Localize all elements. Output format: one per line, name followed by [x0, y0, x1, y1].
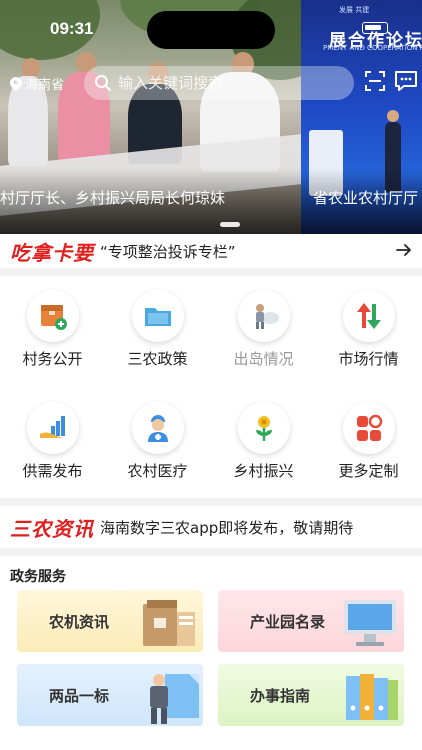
feature-grid: 村务公开 三农政策 出岛情况 市场行情 供需发布 农村医疗 乡村振兴 更多定制: [0, 276, 422, 498]
service-card-industrial-park[interactable]: 产业园名录: [218, 590, 404, 652]
monitor-icon: [344, 600, 396, 646]
notice-text: “专项整治投诉专栏”: [100, 242, 236, 261]
banner-slide-2[interactable]: 发展 共建 展合作论坛 PMENT AND COOPERATION FORUM …: [301, 0, 422, 234]
status-time: 09:31: [50, 19, 94, 38]
location-pin-icon: [10, 76, 22, 91]
grid-label: 乡村振兴: [233, 462, 294, 480]
news-ticker[interactable]: 三农资讯 海南数字三农app即将发布，敬请期待: [0, 506, 422, 548]
doctor-icon: [148, 415, 168, 442]
grid-label: 市场行情: [338, 350, 399, 368]
message-icon[interactable]: [394, 70, 418, 92]
folder-icon: [145, 308, 171, 326]
forum-top-text: 发展 共建: [339, 6, 370, 14]
card-label: 产业园名录: [250, 613, 326, 631]
battery-icon: [362, 22, 388, 34]
service-card-two-products[interactable]: 两品一标: [17, 664, 203, 726]
card-label: 两品一标: [49, 687, 110, 705]
search-icon: [95, 75, 111, 91]
person-cloud-icon: [256, 304, 279, 329]
camera-notch: [147, 11, 275, 49]
grid-label: 出岛情况: [233, 350, 294, 368]
forum-subtitle: PMENT AND COOPERATION FORUM: [323, 44, 422, 52]
news-text: 海南数字三农app即将发布，敬请期待: [100, 518, 354, 537]
service-card-machinery[interactable]: 农机资讯: [17, 590, 203, 652]
folder-box-icon: [143, 600, 195, 646]
section-title: 政务服务: [10, 569, 66, 585]
grid-label: 农村医疗: [127, 462, 188, 480]
arrow-right-icon[interactable]: [396, 242, 412, 258]
location-selector[interactable]: 海南省: [10, 74, 64, 93]
binders-icon: [346, 674, 398, 720]
grid-item-medical[interactable]: 农村医疗: [105, 388, 210, 488]
grid-label: 更多定制: [338, 462, 399, 480]
grid-item-village-affairs[interactable]: 村务公开: [0, 276, 105, 376]
search-input[interactable]: [118, 74, 338, 92]
grid-item-policy[interactable]: 三农政策: [105, 276, 210, 376]
grid-item-more[interactable]: 更多定制: [316, 388, 421, 488]
scan-icon[interactable]: [364, 70, 386, 92]
complaint-notice-bar[interactable]: 吃拿卡要 “专项整治投诉专栏”: [0, 234, 422, 268]
grid-label: 村务公开: [22, 350, 83, 368]
banner-caption-1: 村厅厅长、乡村振兴局局长何琼妹: [0, 189, 226, 207]
gov-services-section: 政务服务 农机资讯 产业园名录 两品一标 办事指南: [0, 556, 422, 750]
market-arrows-icon: [357, 303, 381, 329]
grid-item-market[interactable]: 市场行情: [316, 276, 421, 376]
more-grid-icon: [357, 414, 383, 441]
businessman-icon: [150, 674, 199, 724]
carousel-indicator: [220, 222, 240, 227]
grid-label: 三农政策: [127, 350, 188, 368]
service-card-guide[interactable]: 办事指南: [218, 664, 404, 726]
sprout-icon: [256, 416, 272, 441]
notice-logo: 吃拿卡要: [10, 240, 94, 265]
grid-item-revitalization[interactable]: 乡村振兴: [211, 388, 316, 488]
grid-item-island-exit[interactable]: 出岛情况: [211, 276, 316, 376]
village-affairs-icon: [41, 305, 67, 330]
search-bar[interactable]: [84, 66, 354, 100]
card-label: 办事指南: [250, 687, 311, 705]
supply-chart-icon: [40, 416, 65, 438]
card-label: 农机资讯: [49, 613, 110, 631]
banner-caption-2: 省农业农村厅厅: [313, 189, 419, 207]
grid-item-supply[interactable]: 供需发布: [0, 388, 105, 488]
news-logo: 三农资讯: [10, 516, 94, 541]
grid-label: 供需发布: [22, 462, 83, 480]
location-label: 海南省: [25, 78, 65, 93]
